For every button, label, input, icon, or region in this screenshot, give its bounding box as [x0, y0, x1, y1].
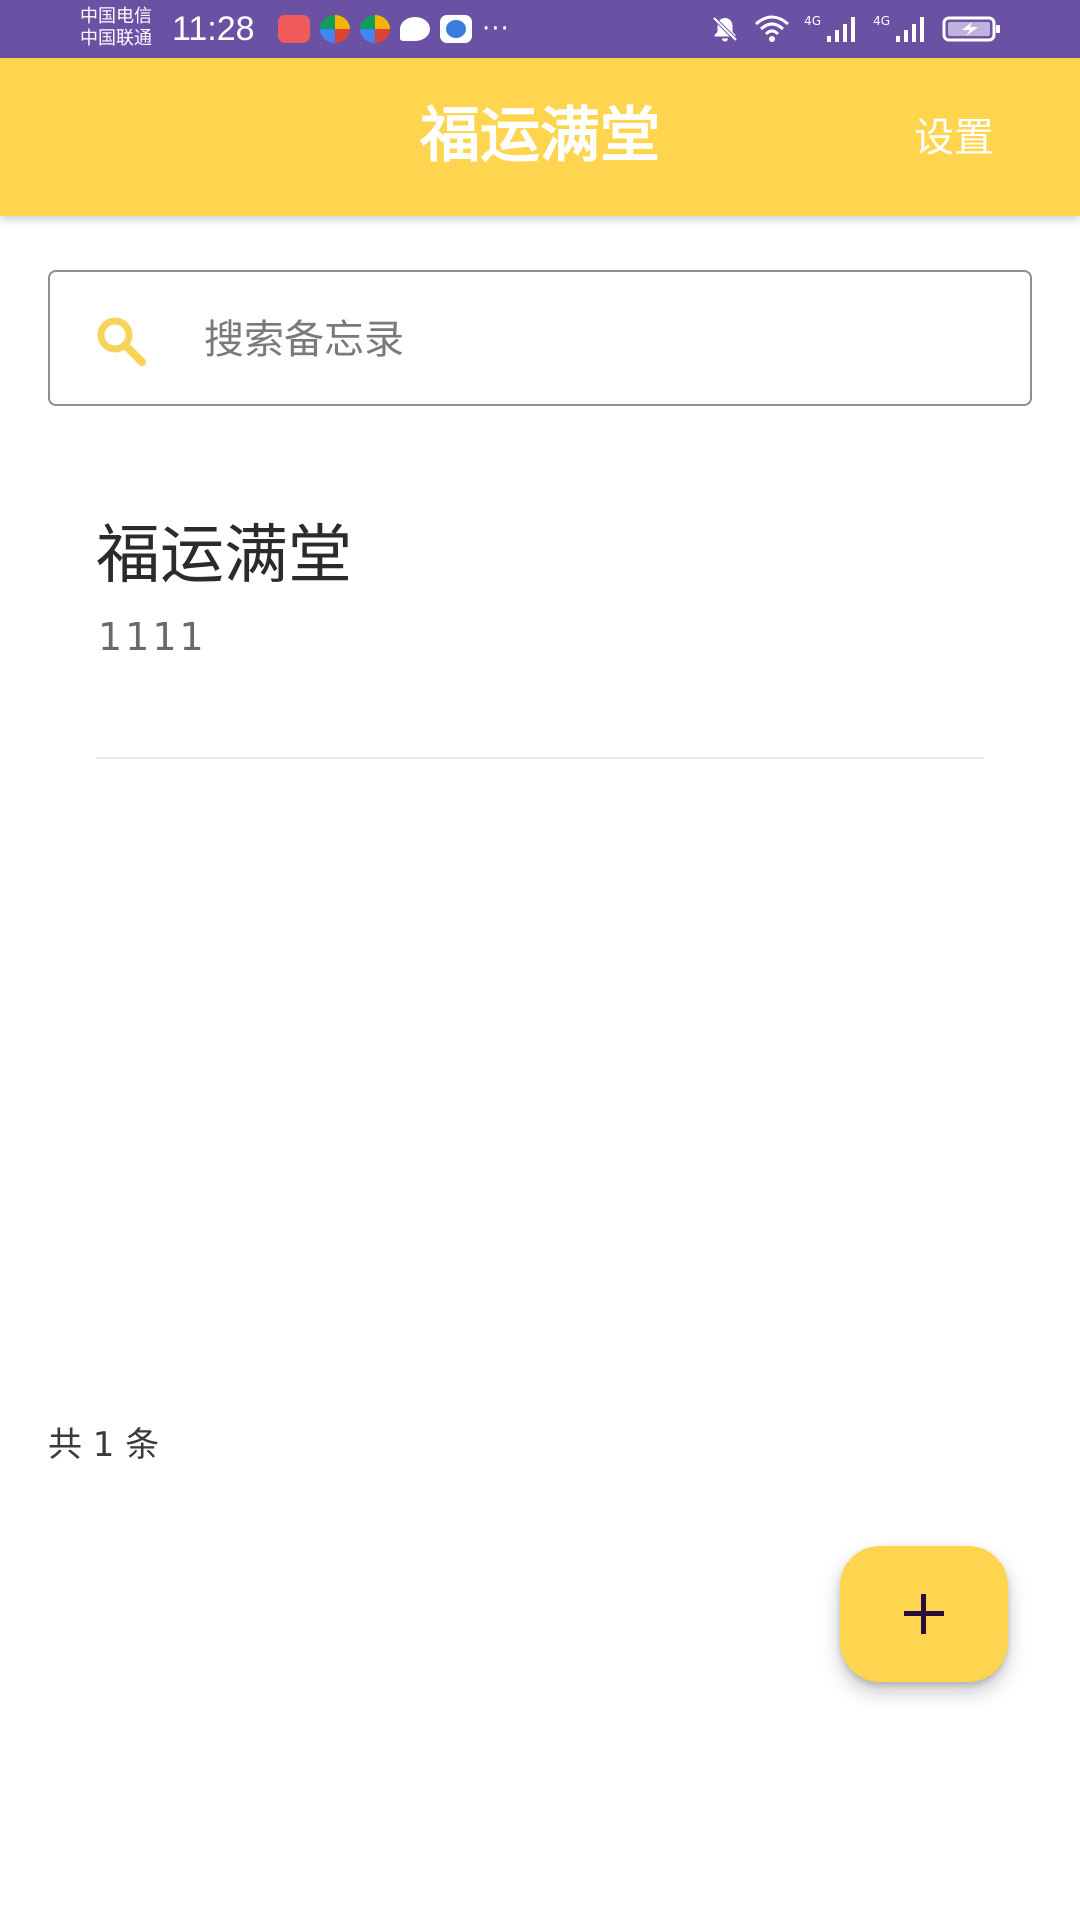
plus-icon — [904, 1594, 944, 1634]
battery-charging-icon — [942, 16, 1000, 42]
signal-icon — [827, 17, 856, 42]
app-icon — [320, 15, 350, 43]
list-divider — [96, 757, 984, 759]
add-memo-button[interactable] — [840, 1546, 1008, 1682]
browser-icon — [440, 15, 472, 43]
network-type-2: 4G — [873, 14, 890, 28]
app-bar: 福运满堂 设置 — [0, 58, 1080, 216]
settings-button[interactable]: 设置 — [914, 113, 994, 163]
carrier-info: 中国电信 中国联通 — [80, 6, 152, 50]
memo-title: 福运满堂 — [96, 519, 352, 593]
signal-icon — [896, 17, 924, 42]
wifi-icon — [755, 15, 790, 42]
chat-bubble-icon — [400, 17, 430, 41]
bell-off-icon — [712, 16, 738, 42]
memo-content: 1111 — [98, 615, 207, 659]
system-icons: 4G 4G — [710, 14, 1002, 44]
carrier-1: 中国电信 — [80, 6, 152, 27]
status-bar: 中国电信 中国联通 11:28 ··· 4G 4G — [0, 0, 1080, 58]
memo-count-label: 共 1 条 — [48, 1425, 160, 1465]
search-input[interactable] — [204, 302, 984, 378]
search-icon — [97, 317, 146, 366]
app-icon — [360, 15, 390, 43]
search-box[interactable] — [48, 270, 1032, 406]
status-time: 11:28 — [172, 10, 255, 48]
carrier-2: 中国联通 — [80, 28, 152, 49]
more-notifications-indicator: ··· — [482, 14, 510, 44]
notification-icons: ··· — [278, 14, 510, 44]
memo-list-item[interactable]: 福运满堂 1111 — [96, 500, 984, 760]
network-type-1: 4G — [804, 14, 822, 28]
huawei-app-icon — [278, 15, 310, 43]
